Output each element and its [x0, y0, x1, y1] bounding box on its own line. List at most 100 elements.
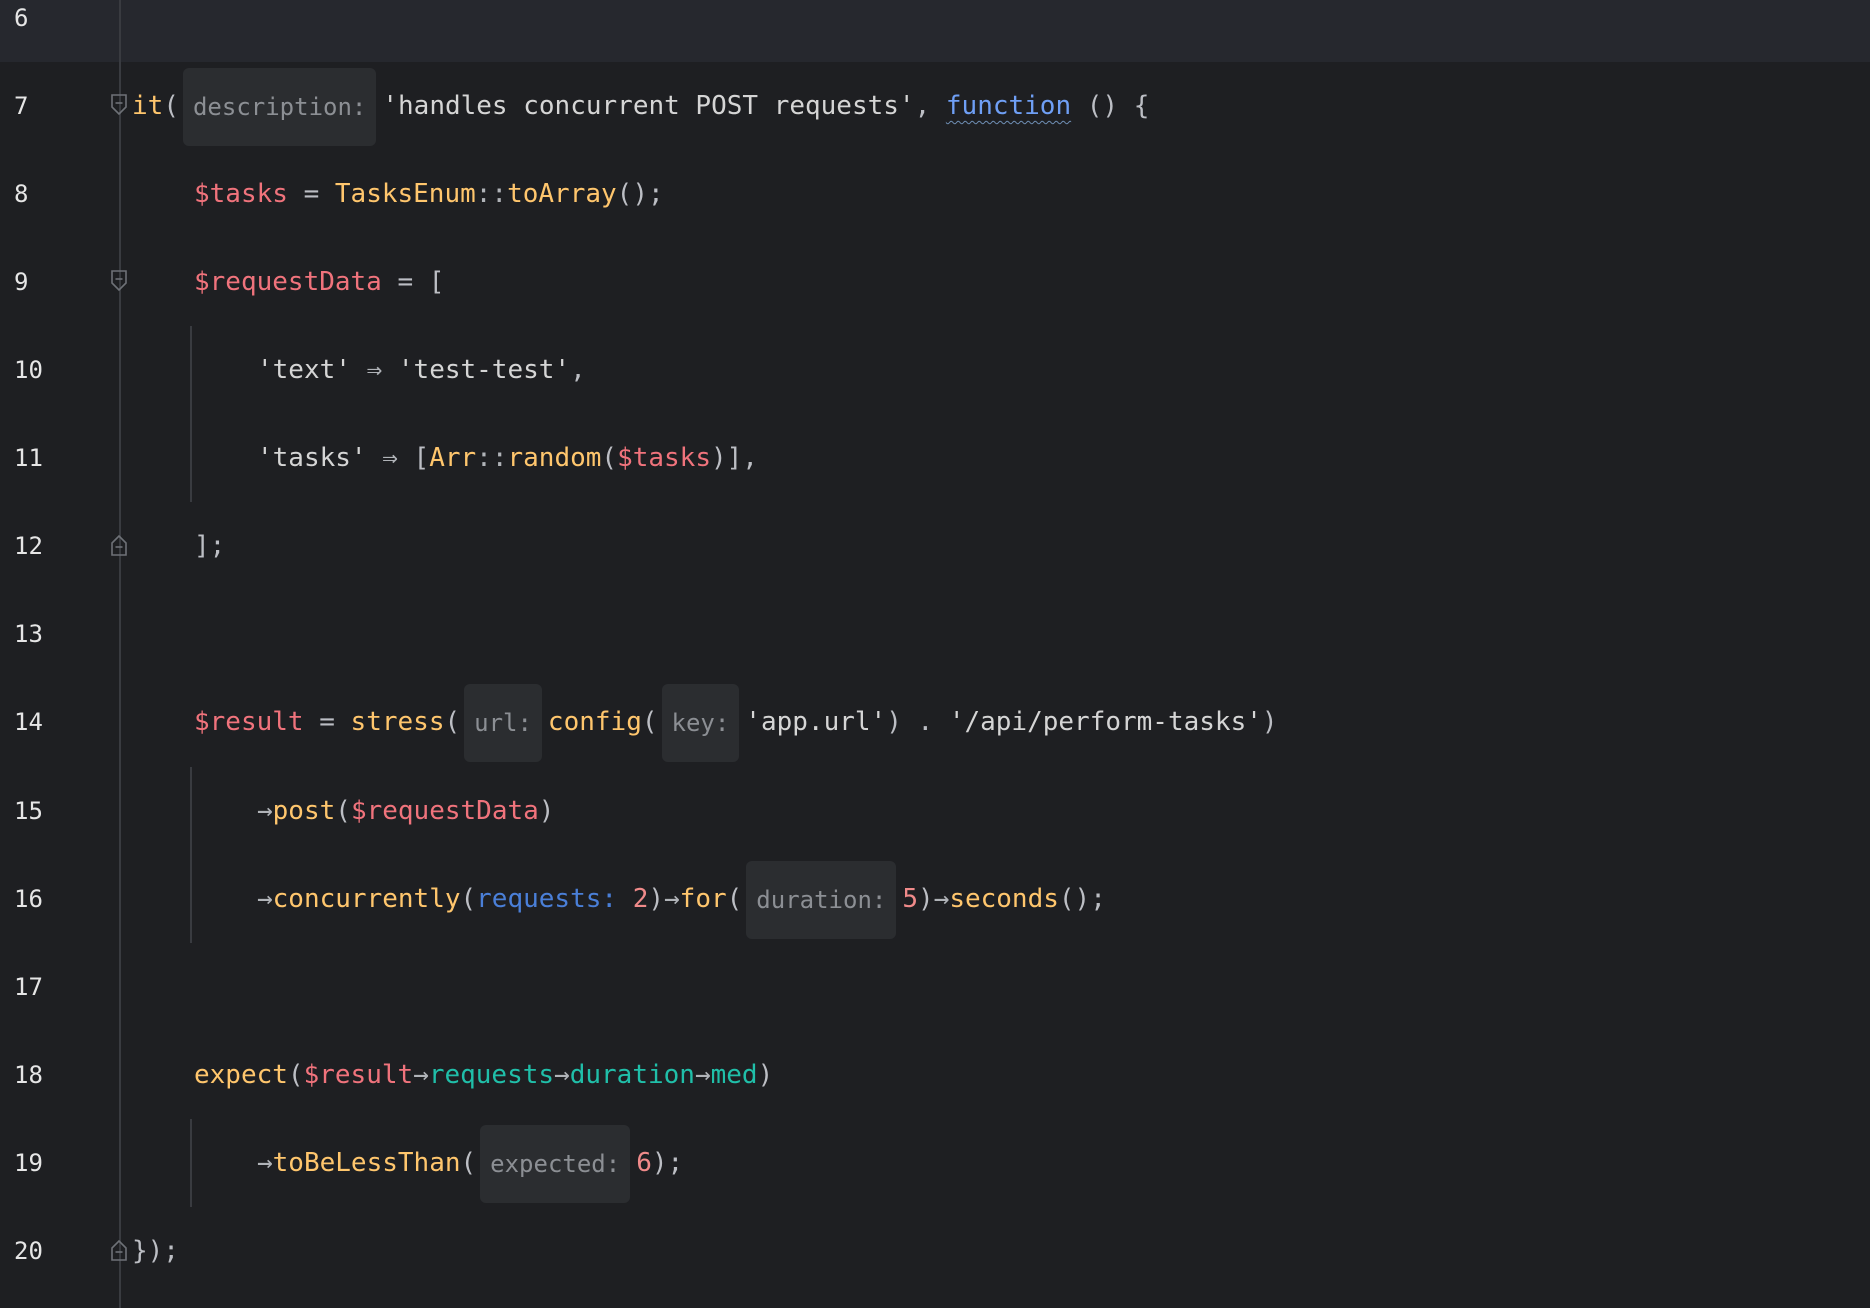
token-operator: → [257, 884, 273, 914]
token-punct: ) . [886, 707, 949, 737]
line-number: 13 [14, 620, 43, 648]
code-text: $tasks = TasksEnum::toArray(); [194, 150, 664, 238]
token-punct: ( [335, 796, 351, 826]
token-string: 'test-test' [397, 355, 571, 385]
token-class: TasksEnum [334, 179, 476, 209]
fold-end-icon[interactable] [111, 1239, 127, 1261]
line-number: 7 [14, 92, 29, 120]
token-punct: ( [287, 1060, 304, 1090]
code-line[interactable]: 19 →toBeLessThan(expected: 6); [0, 1119, 1870, 1207]
code-line[interactable]: 7 it(description:'handles concurrent POS… [0, 62, 1870, 150]
code-line[interactable]: 17 [0, 943, 1870, 1031]
code-line[interactable]: 13 [0, 590, 1870, 678]
token-punct: ( [444, 707, 461, 737]
code-line[interactable]: 6 [0, 0, 1870, 62]
token-string: 'tasks' [257, 443, 367, 473]
token-function: post [272, 796, 336, 826]
token-function: toBeLessThan [272, 1148, 461, 1178]
token-function: config [547, 707, 642, 737]
token-named-arg: requests: [476, 884, 633, 914]
code-text: 'tasks' ⇒ [Arr::random($tasks)], [257, 414, 758, 502]
line-number: 9 [14, 268, 29, 296]
code-line[interactable]: 20 }); [0, 1207, 1870, 1295]
token-punct: (); [616, 179, 664, 209]
line-number: 16 [14, 885, 43, 913]
token-property: requests [428, 1060, 555, 1090]
token-function: seconds [949, 884, 1059, 914]
token-punct: ( [641, 707, 658, 737]
param-hint-duration: duration: [746, 860, 897, 939]
line-number: 20 [14, 1237, 43, 1265]
token-punct: ) [1261, 707, 1278, 737]
code-text: →concurrently(requests: 2)→for(duration:… [257, 855, 1106, 943]
token-punct: (); [1058, 884, 1106, 914]
token-punct: ) [648, 884, 665, 914]
code-text: →toBeLessThan(expected: 6); [257, 1119, 683, 1207]
code-text: →post($requestData) [257, 767, 554, 855]
fold-collapse-icon[interactable] [111, 270, 127, 292]
token-punct: [ [413, 443, 430, 473]
line-number: 15 [14, 797, 43, 825]
param-hint-description: description: [182, 67, 377, 146]
token-punct: }); [132, 1236, 179, 1266]
token-variable: $requestData [194, 267, 382, 297]
line-number: 11 [14, 444, 43, 472]
token-variable: $result [303, 1060, 414, 1090]
code-line[interactable]: 8 $tasks = TasksEnum::toArray(); [0, 150, 1870, 238]
token-function: concurrently [272, 884, 461, 914]
token-punct: ); [651, 1148, 684, 1178]
line-number: 14 [14, 708, 43, 736]
token-operator: → [694, 1060, 711, 1090]
token-property: duration [569, 1060, 695, 1090]
code-line[interactable]: 11 'tasks' ⇒ [Arr::random($tasks)], [0, 414, 1870, 502]
token-operator: ⇒ [366, 443, 414, 473]
token-function: stress [350, 707, 445, 737]
line-number: 8 [14, 180, 29, 208]
code-text: expect($result→requests→duration→med) [194, 1031, 773, 1119]
token-variable: $requestData [350, 796, 539, 826]
token-punct: ( [460, 884, 477, 914]
token-string: '/api/perform-tasks' [948, 707, 1262, 737]
token-keyword: function [945, 91, 1072, 121]
token-function: for [679, 884, 727, 914]
line-number: 6 [14, 4, 29, 32]
token-number: 5 [902, 884, 918, 914]
token-punct: )], [710, 443, 758, 473]
code-line[interactable]: 16 →concurrently(requests: 2)→for(durati… [0, 855, 1870, 943]
token-punct: ) [538, 796, 555, 826]
token-function: expect [194, 1060, 288, 1090]
code-text: it(description:'handles concurrent POST … [132, 62, 1149, 150]
param-hint-key: key: [661, 683, 740, 762]
line-number: 19 [14, 1149, 43, 1177]
token-variable: $result [194, 707, 304, 737]
code-line[interactable]: 18 expect($result→requests→duration→med) [0, 1031, 1870, 1119]
code-line[interactable]: 9 $requestData = [ [0, 238, 1870, 326]
fold-collapse-icon[interactable] [111, 94, 127, 116]
code-editor[interactable]: 6 7 it(description:'handles concurrent P… [0, 0, 1870, 1308]
token-punct: ) [757, 1060, 774, 1090]
token-punct: ]; [194, 531, 226, 561]
code-line[interactable]: 10 'text' ⇒ 'test-test', [0, 326, 1870, 414]
token-string: 'handles concurrent POST requests' [382, 91, 915, 121]
token-operator: → [257, 796, 273, 826]
line-number: 18 [14, 1061, 43, 1089]
token-operator: ⇒ [350, 355, 398, 385]
token-function: random [507, 443, 602, 473]
token-operator: :: [476, 443, 508, 473]
token-punct: ( [460, 1148, 477, 1178]
code-line[interactable]: 14 $result = stress(url: config(key:'app.… [0, 678, 1870, 766]
line-number: 10 [14, 356, 43, 384]
code-line[interactable]: 12 ]; [0, 502, 1870, 590]
token-operator: :: [475, 179, 508, 209]
code-text: }); [132, 1207, 179, 1295]
token-operator: → [664, 884, 680, 914]
token-punct: , [914, 91, 946, 121]
token-punct: ( [601, 443, 618, 473]
token-number: 6 [636, 1148, 652, 1178]
token-punct: = [ [381, 267, 445, 297]
code-text: 'text' ⇒ 'test-test', [257, 326, 586, 414]
token-punct: , [570, 355, 586, 385]
param-hint-expected: expected: [480, 1124, 631, 1203]
fold-end-icon[interactable] [111, 534, 127, 556]
code-line[interactable]: 15 →post($requestData) [0, 767, 1870, 855]
